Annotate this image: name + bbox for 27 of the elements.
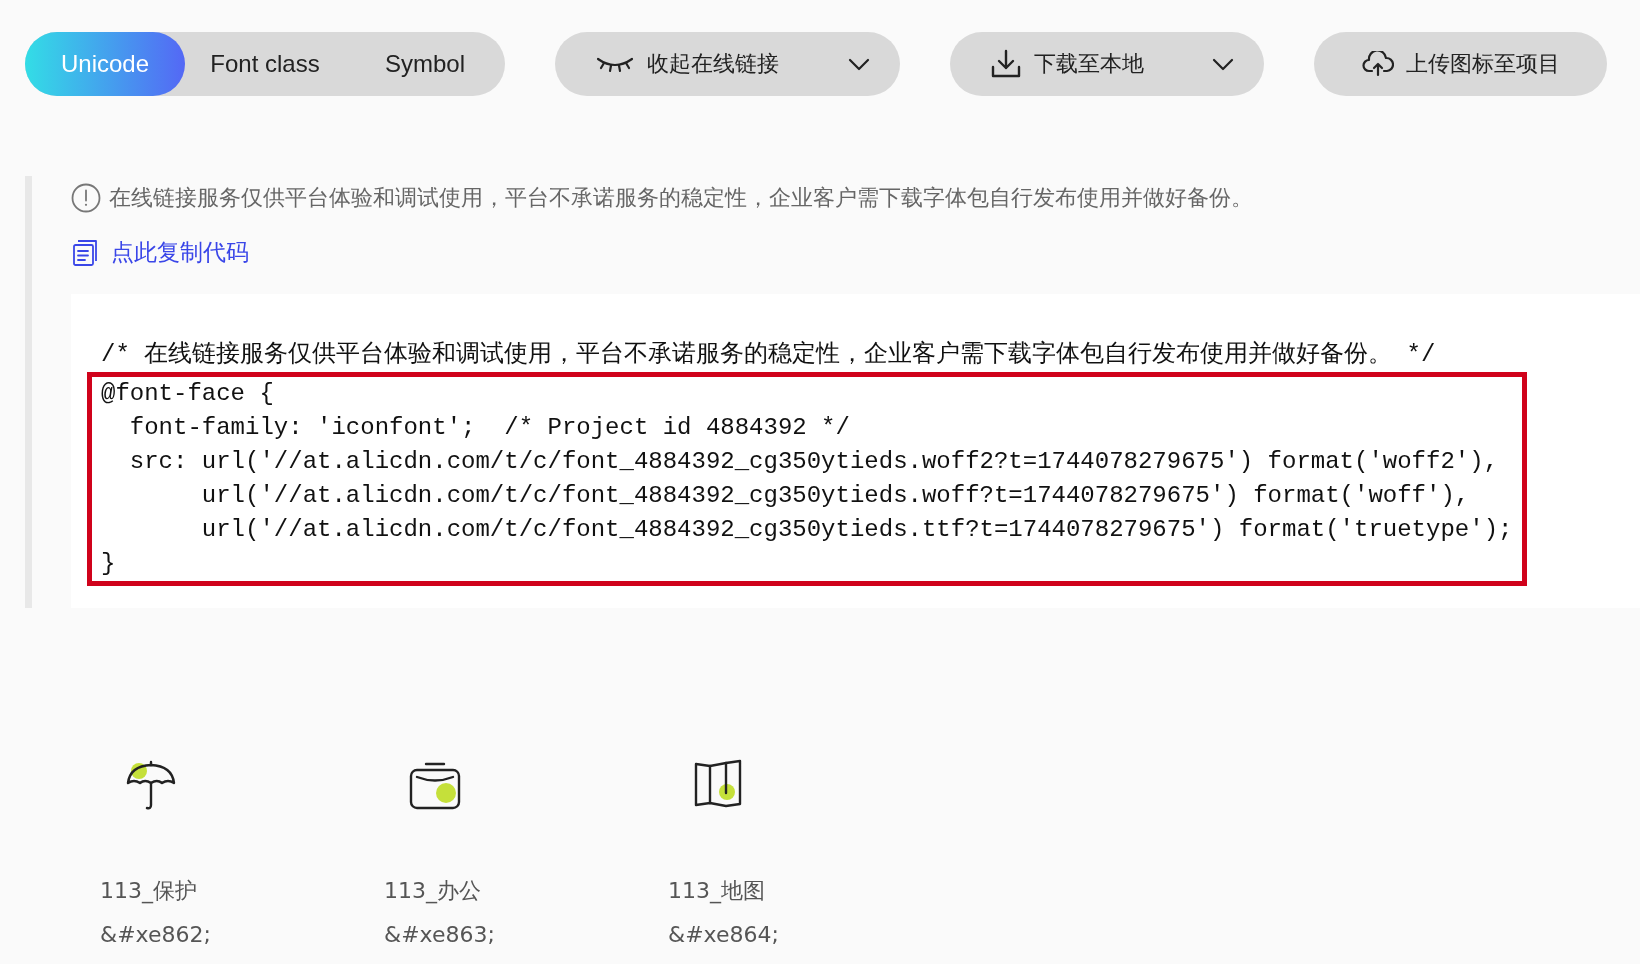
chevron-down-icon bbox=[848, 57, 870, 71]
notice-text: 在线链接服务仅供平台体验和调试使用，平台不承诺服务的稳定性，企业客户需下载字体包自行发布使用并做好备份。 bbox=[109, 184, 1253, 212]
code-line: url('//at.alicdn.com/t/c/font_4884392_cg350ytieds.woff?t=1744078279675') format('woff'), bbox=[200, 481, 1471, 511]
action-button[interactable]: 下载至本地 bbox=[950, 32, 1264, 96]
info-icon bbox=[71, 183, 101, 213]
format-tab[interactable]: Symbol bbox=[345, 32, 505, 96]
icon-name: 113_保护 bbox=[100, 877, 197, 906]
code-line: } bbox=[101, 549, 117, 579]
action-button[interactable]: 上传图标至项目 bbox=[1314, 32, 1607, 96]
cloud-upload-icon bbox=[1361, 51, 1394, 77]
format-tab[interactable]: Font class bbox=[185, 32, 345, 96]
icon-name: 113_办公 bbox=[384, 877, 481, 906]
copy-code-link[interactable]: 点此复制代码 bbox=[111, 236, 249, 268]
umbrella-icon bbox=[124, 758, 178, 812]
download-icon bbox=[990, 49, 1022, 79]
code-line: @font-face { bbox=[101, 379, 275, 409]
icon-code: &#xe864; bbox=[668, 922, 779, 947]
code-line: url('//at.alicdn.com/t/c/font_4884392_cg350ytieds.ttf?t=1744078279675') format('truetype'); bbox=[200, 515, 1514, 545]
chevron-down-icon bbox=[1212, 57, 1234, 71]
icon-name: 113_地图 bbox=[668, 877, 765, 906]
code-line: src: url('//at.alicdn.com/t/c/font_4884392_cg350ytieds.woff2?t=1744078279675') format('woff2'), bbox=[128, 447, 1500, 477]
icon-code: &#xe863; bbox=[384, 922, 495, 947]
code-line: font-family: 'iconfont'; /* Project id 4884392 */ bbox=[128, 413, 851, 443]
closed-eye-icon bbox=[595, 55, 635, 73]
code-line: /* 在线链接服务仅供平台体验和调试使用，平台不承诺服务的稳定性，企业客户需下载字体包自行发布使用并做好备份。 */ bbox=[101, 339, 1437, 370]
icon-code: &#xe862; bbox=[100, 922, 211, 947]
action-button[interactable]: 收起在线链接 bbox=[555, 32, 900, 96]
